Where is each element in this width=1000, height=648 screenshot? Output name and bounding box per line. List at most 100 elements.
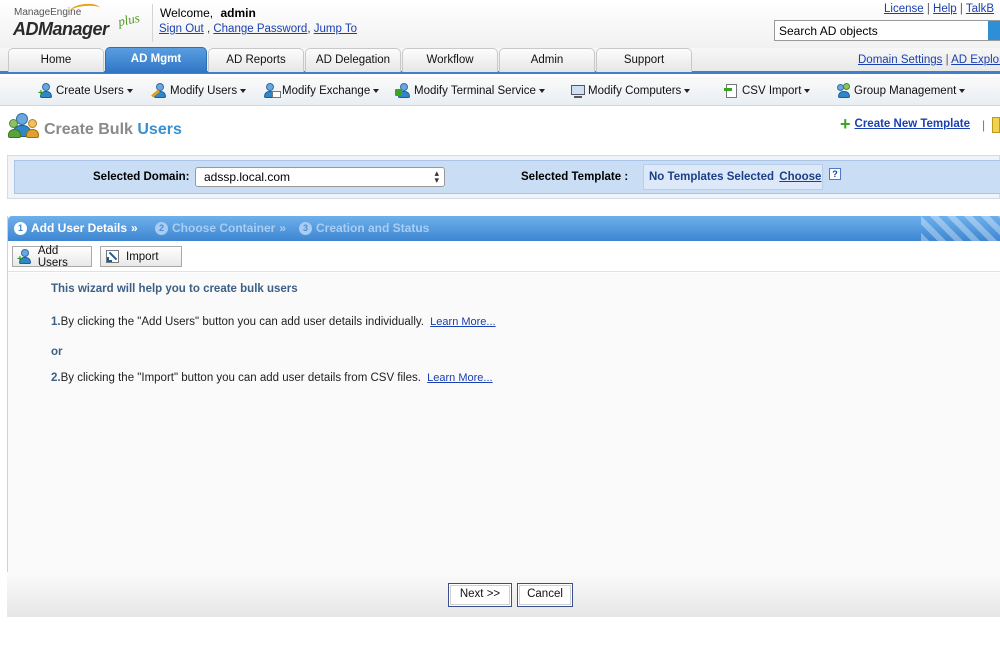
submenu-modify-computers[interactable]: Modify Computers <box>570 83 691 99</box>
welcome-label: Welcome, <box>160 6 214 20</box>
link-separator: , <box>307 23 311 35</box>
submenu-create-users[interactable]: + Create Users <box>38 83 133 99</box>
step-label: Add User Details <box>31 221 128 235</box>
import-button[interactable]: Import <box>100 246 182 267</box>
dropdown-caret-icon <box>538 89 545 93</box>
license-link[interactable]: License <box>884 3 924 15</box>
next-button[interactable]: Next >> <box>448 583 512 607</box>
tab-workflow[interactable]: Workflow <box>402 48 498 72</box>
submenu-modify-terminal-service[interactable]: Modify Terminal Service <box>395 83 545 99</box>
wizard-step-choose-container: 2 Choose Container » <box>155 221 286 235</box>
instruction-text: By clicking the "Add Users" button you c… <box>60 316 424 328</box>
talkback-link[interactable]: TalkB <box>966 3 994 15</box>
instruction-import: 2.By clicking the "Import" button you ca… <box>51 372 493 384</box>
main-tab-bar: Home AD Mgmt AD Reports AD Delegation Wo… <box>0 47 1000 74</box>
tab-home[interactable]: Home <box>8 48 104 72</box>
note-icon[interactable] <box>992 117 1000 133</box>
page-title-row: Create Bulk Users + Create New Template … <box>0 108 1000 150</box>
help-icon[interactable]: ? <box>829 168 841 180</box>
ad-mgmt-submenu: + Create Users Modify Users Modify Excha… <box>0 77 1000 106</box>
submenu-label: Modify Users <box>170 85 238 97</box>
group-icon <box>836 83 852 99</box>
terminal-service-icon <box>395 83 412 99</box>
import-label: Import <box>126 250 159 263</box>
tab-ad-delegation[interactable]: AD Delegation <box>305 48 401 72</box>
submenu-label: Group Management <box>854 85 957 97</box>
submenu-label: Modify Terminal Service <box>414 85 536 97</box>
submenu-label: Create Users <box>56 85 124 97</box>
wizard-body: This wizard will help you to create bulk… <box>8 273 1000 572</box>
tab-admin[interactable]: Admin <box>499 48 595 72</box>
submenu-modify-users[interactable]: Modify Users <box>151 83 247 99</box>
choose-template-link[interactable]: Choose <box>779 171 821 183</box>
wizard-panel: 1 Add User Details » 2 Choose Container … <box>7 216 1000 572</box>
instruction-add-users: 1.By clicking the "Add Users" button you… <box>51 316 496 328</box>
import-icon <box>105 249 121 265</box>
step-label: Choose Container <box>172 221 276 235</box>
wizard-toolbar: + Add Users Import <box>8 241 1000 272</box>
submenu-label: Modify Exchange <box>282 85 371 97</box>
help-link[interactable]: Help <box>933 3 957 15</box>
sign-out-link[interactable]: Sign Out <box>159 23 204 35</box>
top-right-links: License | Help | TalkB <box>884 3 994 15</box>
page-title-prefix: Create Bulk <box>44 121 133 138</box>
logo-brand-plus: plus <box>116 9 141 30</box>
dropdown-caret-icon <box>240 89 247 93</box>
step-number: 2 <box>155 221 168 235</box>
submenu-label: CSV Import <box>742 85 802 97</box>
domain-panel: Selected Domain: adssp.local.com ▴ ▾ Sele… <box>7 155 1000 199</box>
submenu-group-management[interactable]: Group Management <box>836 83 966 99</box>
user-edit-icon <box>151 83 168 99</box>
change-password-link[interactable]: Change Password <box>213 23 307 35</box>
wizard-step-add-user-details: 1 Add User Details » <box>14 221 138 235</box>
learn-more-import-link[interactable]: Learn More... <box>427 372 492 384</box>
add-users-button[interactable]: + Add Users <box>12 244 92 269</box>
csv-import-icon <box>724 83 740 99</box>
computer-icon <box>570 83 586 99</box>
select-arrows-icon: ▴ ▾ <box>434 168 439 185</box>
page-title-highlight: Users <box>137 121 182 138</box>
dropdown-caret-icon <box>126 89 133 93</box>
domain-select[interactable]: adssp.local.com ▴ ▾ <box>195 167 445 187</box>
logo-brand-top: ManageEngine <box>14 7 82 18</box>
pipe-separator: | <box>959 3 963 15</box>
step-separator: » <box>279 221 287 235</box>
jump-to-link[interactable]: Jump To <box>314 23 357 35</box>
wizard-step-creation-and-status: 3 Creation and Status <box>299 221 429 235</box>
submenu-modify-exchange[interactable]: Modify Exchange <box>264 83 380 99</box>
pipe-separator: | <box>945 54 949 66</box>
tab-ad-reports[interactable]: AD Reports <box>208 48 304 72</box>
create-new-template-link[interactable]: Create New Template <box>855 118 970 130</box>
or-separator: or <box>51 346 63 358</box>
user-add-icon: + <box>38 83 54 99</box>
domain-select-value: adssp.local.com <box>204 170 291 184</box>
ad-explorer-link[interactable]: AD Explor <box>951 54 1000 66</box>
add-users-label: Add Users <box>37 244 68 269</box>
domain-settings-link[interactable]: Domain Settings <box>858 54 942 66</box>
welcome-text: Welcome, admin <box>160 6 256 20</box>
pipe-separator: | <box>982 118 986 132</box>
selected-template-label: Selected Template : <box>521 171 629 183</box>
instruction-number: 2. <box>51 372 61 384</box>
search-ad-objects-input[interactable] <box>774 20 1000 41</box>
template-value: No Templates Selected Choose <box>649 171 821 183</box>
tab-ad-mgmt[interactable]: AD Mgmt <box>105 47 207 73</box>
link-separator: , <box>206 23 211 35</box>
submenu-csv-import[interactable]: CSV Import <box>724 83 811 99</box>
step-separator: » <box>131 221 138 235</box>
instruction-number: 1. <box>51 316 61 328</box>
tab-support[interactable]: Support <box>596 48 692 72</box>
user-links: Sign Out , Change Password, Jump To <box>159 23 357 35</box>
step-label: Creation and Status <box>316 221 430 235</box>
learn-more-add-users-link[interactable]: Learn More... <box>430 316 495 328</box>
bulk-users-icon <box>8 111 42 143</box>
search-button[interactable] <box>988 21 1000 40</box>
create-new-template-action[interactable]: + Create New Template <box>840 115 970 133</box>
pipe-separator: | <box>926 3 930 15</box>
admanager-logo[interactable]: ManageEngine ADManager plus <box>10 2 150 44</box>
template-box: No Templates Selected Choose <box>643 164 823 190</box>
username: admin <box>220 6 256 20</box>
step-number: 3 <box>299 221 312 235</box>
cancel-button[interactable]: Cancel <box>517 583 573 607</box>
instruction-text: By clicking the "Import" button you can … <box>60 372 421 384</box>
